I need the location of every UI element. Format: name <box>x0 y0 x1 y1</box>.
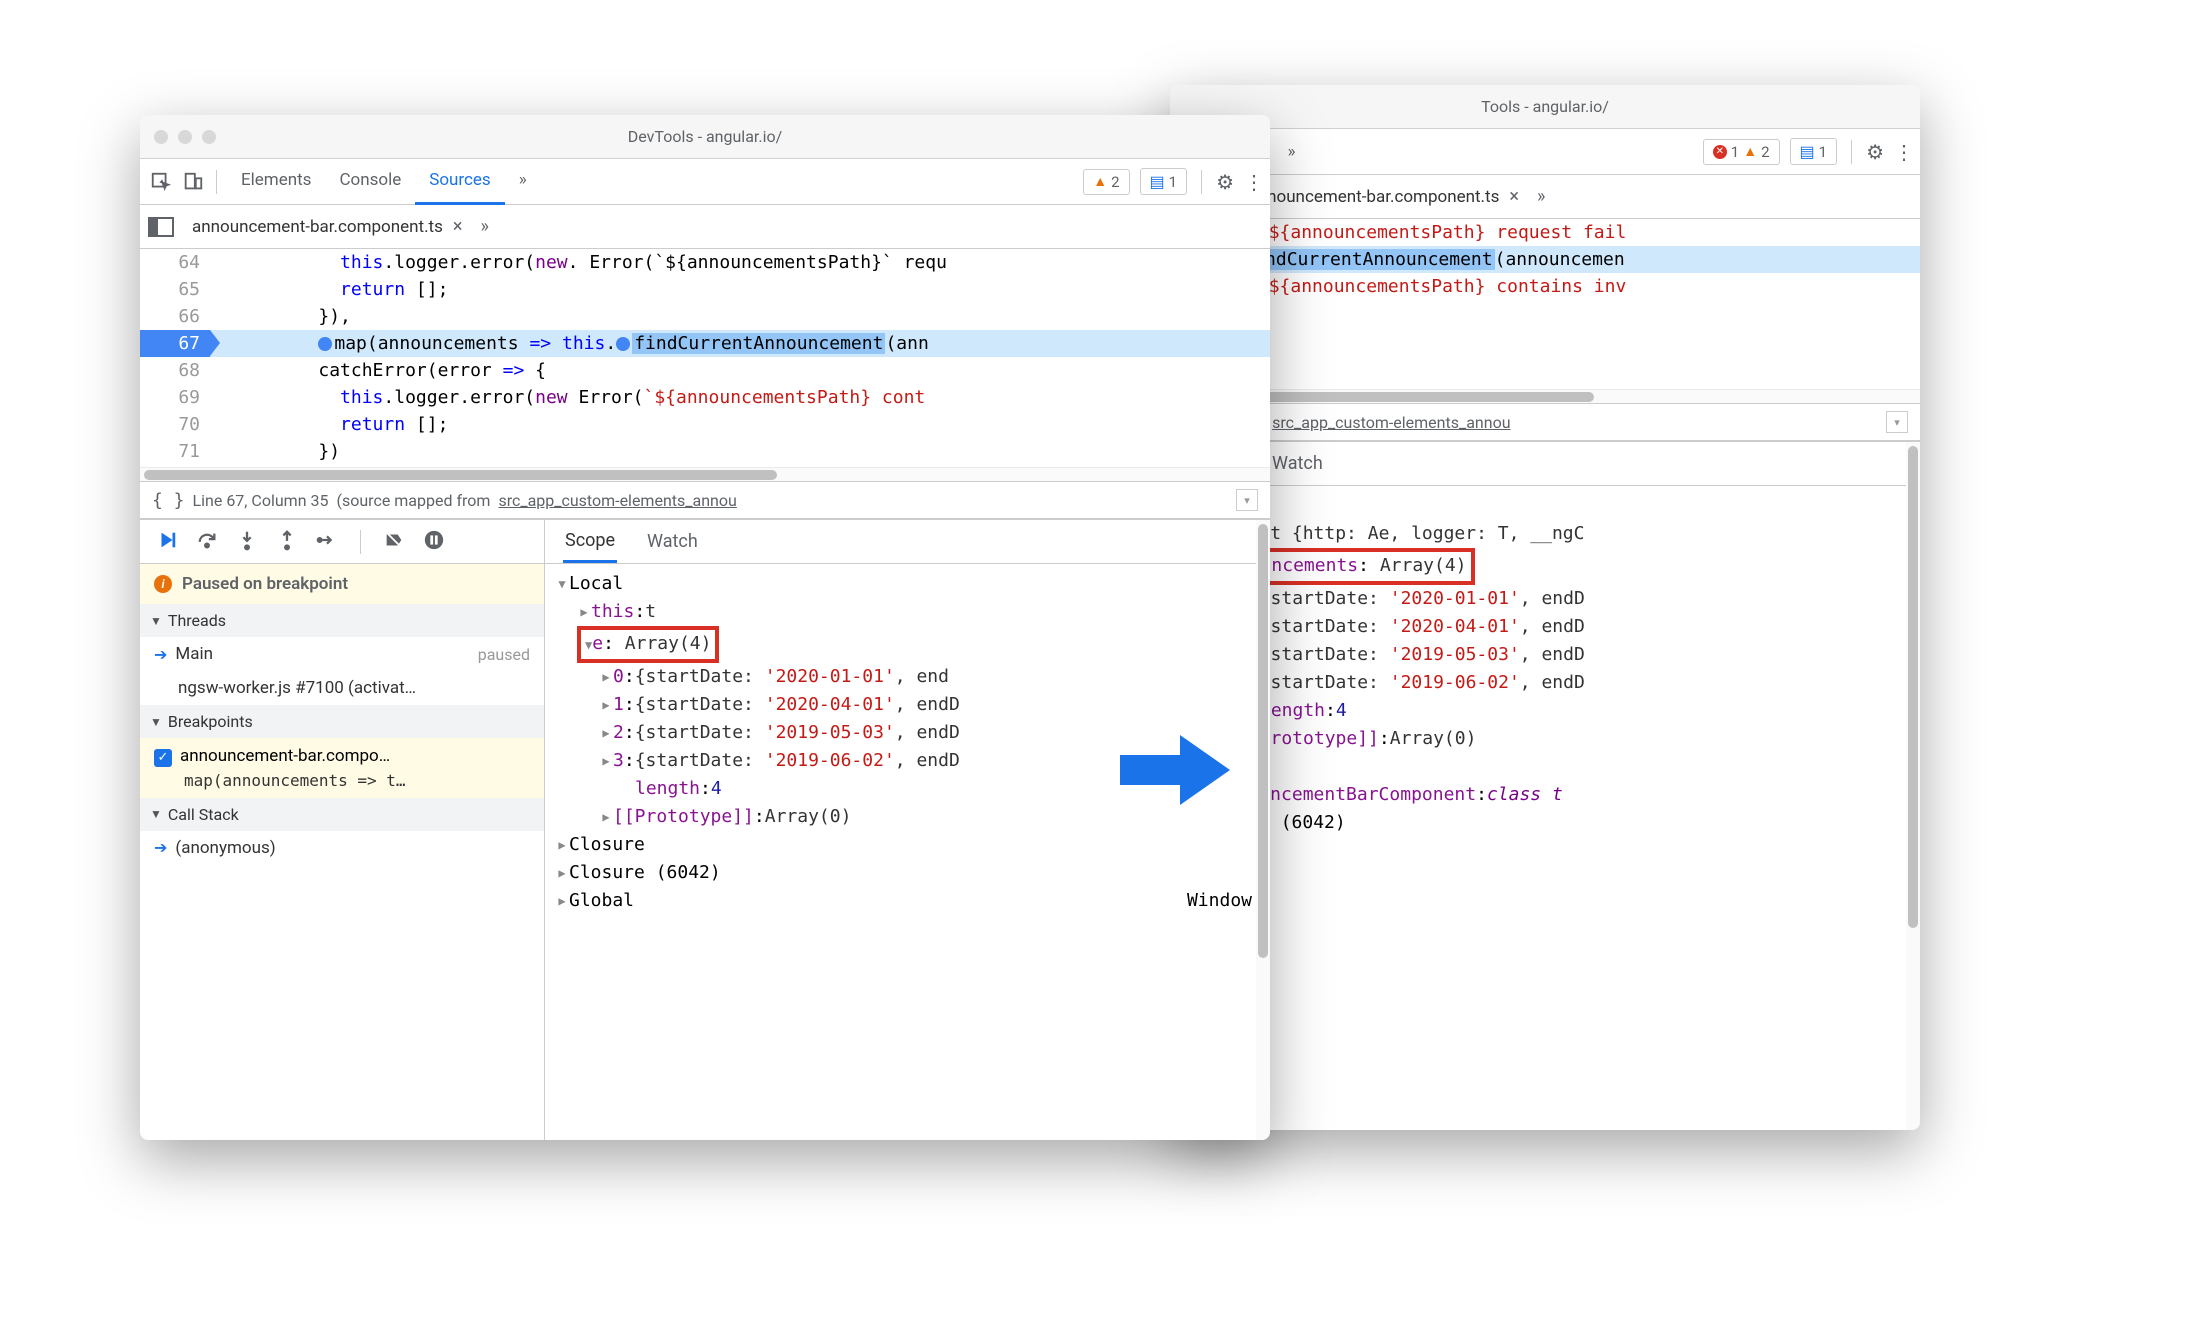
h-scrollbar[interactable] <box>1170 389 1920 403</box>
error-badge[interactable]: ✕1 ▲2 <box>1703 139 1780 165</box>
devtools-window-right: Tools - angular.io/ Sources » ✕1 ▲2 ▤ 1 … <box>1170 85 1920 1130</box>
tabs-overflow[interactable]: » <box>505 158 541 205</box>
sourcemap-link[interactable]: src_app_custom-elements_annou <box>498 491 736 510</box>
info-icon[interactable]: ▾ <box>1236 489 1258 511</box>
breakpoint-item[interactable]: ✓announcement-bar.compo… map(announcemen… <box>140 738 544 798</box>
tabs-overflow[interactable]: » <box>1273 130 1309 174</box>
info-icon[interactable]: ▾ <box>1886 411 1908 433</box>
titlebar: DevTools - angular.io/ <box>140 115 1270 159</box>
arrow-icon: ➔ <box>154 838 167 857</box>
settings-icon[interactable]: ⚙ <box>1866 140 1884 164</box>
paused-banner: i Paused on breakpoint <box>140 564 544 604</box>
tabs-overflow-icon[interactable]: » <box>481 216 489 237</box>
step-into-icon[interactable] <box>236 529 258 555</box>
h-scrollbar[interactable] <box>140 467 1270 481</box>
statusbar: { } Line 67, Column 35 (source mapped fr… <box>140 481 1270 519</box>
arrow-icon: ➔ <box>154 645 167 664</box>
comparison-arrow-icon <box>1120 730 1230 810</box>
kebab-icon[interactable]: ⋮ <box>1244 170 1262 194</box>
kebab-icon[interactable]: ⋮ <box>1894 140 1912 164</box>
tab-watch[interactable]: Watch <box>1270 444 1325 483</box>
tab-watch[interactable]: Watch <box>645 522 700 561</box>
tab-console[interactable]: Console <box>325 158 415 205</box>
pause-exceptions-icon[interactable] <box>423 529 445 555</box>
callstack-header[interactable]: ▼Call Stack <box>140 798 544 831</box>
tab-scope[interactable]: Scope <box>563 521 617 563</box>
devtools-window-left: DevTools - angular.io/ Elements Console … <box>140 115 1270 1140</box>
step-over-icon[interactable] <box>196 529 218 555</box>
checkbox-icon[interactable]: ✓ <box>154 749 172 767</box>
tab-sources[interactable]: Sources <box>415 158 504 205</box>
breakpoints-header[interactable]: ▼Breakpoints <box>140 705 544 738</box>
info-icon: i <box>154 575 172 593</box>
threads-header[interactable]: ▼Threads <box>140 604 544 637</box>
pretty-print-icon[interactable]: { } <box>152 490 185 511</box>
thread-main[interactable]: ➔Mainpaused <box>140 637 544 671</box>
thread-worker[interactable]: ngsw-worker.js #7100 (activat… <box>140 671 544 705</box>
file-tab-announcement[interactable]: announcement-bar.component.ts× <box>184 210 471 243</box>
toolbar: Elements Console Sources » ▲ 2 ▤ 1 ⚙ ⋮ <box>140 159 1270 205</box>
file-tabs: announcement-bar.component.ts× » <box>140 205 1270 249</box>
step-out-icon[interactable] <box>276 529 298 555</box>
debugger-controls <box>140 520 544 564</box>
tab-elements[interactable]: Elements <box>227 158 325 205</box>
close-icon[interactable]: × <box>453 216 463 237</box>
v-scrollbar[interactable] <box>1906 442 1920 1130</box>
device-icon[interactable] <box>180 169 206 195</box>
sidebar-toggle-icon[interactable] <box>148 217 174 237</box>
resume-icon[interactable] <box>156 529 178 555</box>
scope-tree[interactable]: ▼Local▶this: t▼e: Array(4)▶0: {startDate… <box>545 564 1270 1140</box>
debugger-sidebar: i Paused on breakpoint ▼Threads ➔Mainpau… <box>140 520 545 1140</box>
code-editor[interactable]: 64 this.logger.error(new. Error(`${annou… <box>140 249 1270 467</box>
file-tabs: d8.js announcement-bar.component.ts× » <box>1170 175 1920 219</box>
code-editor[interactable]: Error(`${announcementsPath} request fail… <box>1170 219 1920 389</box>
cursor-location: Line 67, Column 35 <box>193 491 329 510</box>
inspect-icon[interactable] <box>148 169 174 195</box>
close-icon[interactable]: × <box>1509 186 1519 207</box>
warning-badge[interactable]: ▲ 2 <box>1083 169 1129 195</box>
toolbar: Sources » ✕1 ▲2 ▤ 1 ⚙ ⋮ <box>1170 129 1920 175</box>
messages-badge[interactable]: ▤ 1 <box>1140 168 1188 195</box>
tabs-overflow-icon[interactable]: » <box>1537 186 1545 207</box>
v-scrollbar[interactable] <box>1256 520 1270 1140</box>
deactivate-bp-icon[interactable] <box>383 529 405 555</box>
messages-badge[interactable]: ▤ 1 <box>1790 138 1838 165</box>
window-title: DevTools - angular.io/ <box>140 127 1270 146</box>
statusbar: apped from src_app_custom-elements_annou… <box>1170 403 1920 441</box>
file-tab-announcement[interactable]: announcement-bar.component.ts× <box>1240 180 1527 213</box>
titlebar: Tools - angular.io/ <box>1170 85 1920 129</box>
window-title: Tools - angular.io/ <box>1170 97 1920 116</box>
step-icon[interactable] <box>316 529 338 555</box>
sourcemap-link[interactable]: src_app_custom-elements_annou <box>1272 413 1510 432</box>
settings-icon[interactable]: ⚙ <box>1216 170 1234 194</box>
scope-tree[interactable]: ▼Local▶this: t {http: Ae, logger: T, __n… <box>1170 486 1920 1130</box>
callstack-frame[interactable]: ➔(anonymous) <box>140 831 544 865</box>
